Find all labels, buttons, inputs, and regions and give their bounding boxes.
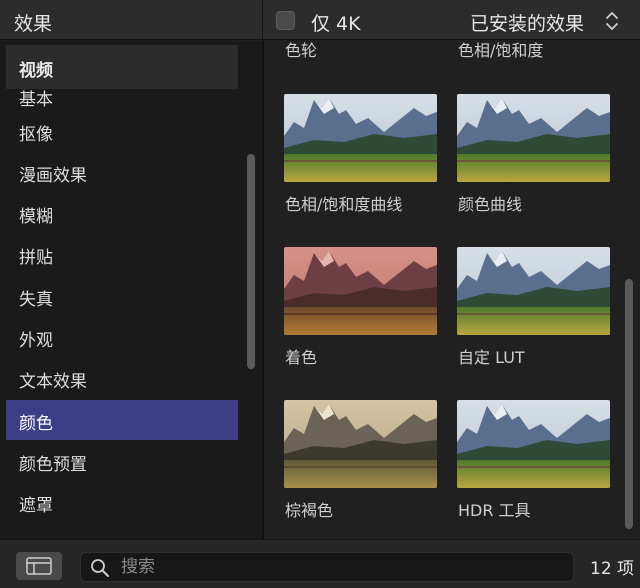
effect-label[interactable]: 着色 (285, 344, 317, 368)
effect-label[interactable]: 色轮 (285, 41, 317, 61)
popup-chevron-updown-icon[interactable] (604, 10, 620, 32)
only-4k-checkbox[interactable] (276, 11, 295, 30)
effect-label[interactable]: 自定 LUT (458, 344, 525, 368)
sidebar-toggle-button[interactable] (16, 552, 62, 580)
sidebar-scrollbar[interactable] (247, 154, 255, 369)
sidebar-item-label: 失真 (19, 290, 53, 310)
sidebar-item-label: 颜色 (19, 414, 53, 434)
effect-thumbnail-hdr-tools[interactable] (457, 400, 610, 488)
sidebar-icon (26, 557, 52, 575)
effect-thumbnail-custom-lut[interactable] (457, 247, 610, 335)
item-count: 12 项 (590, 559, 635, 579)
sidebar-section-label: 视频 (19, 61, 53, 81)
sidebar-item-label: 漫画效果 (19, 166, 87, 186)
sidebar-item-keying[interactable]: 抠像 (6, 111, 238, 151)
sidebar-item-color[interactable]: 颜色 (6, 400, 238, 440)
sidebar-item-label: 外观 (19, 331, 53, 351)
effect-thumbnail-color-curves[interactable] (457, 94, 610, 182)
sidebar-item-label: 遮罩 (19, 496, 53, 516)
effects-header-bar: 效果 仅 4K 已安装的效果 (0, 0, 640, 40)
sidebar-item-blur[interactable]: 模糊 (6, 193, 238, 233)
search-field[interactable] (80, 552, 574, 582)
sidebar-section-video[interactable]: 视频 (6, 45, 238, 89)
effect-label[interactable]: 颜色曲线 (458, 191, 522, 215)
effects-browser-window: 效果 仅 4K 已安装的效果 基本 视频 抠像 漫画效果 模糊 拼贴 失真 外观… (0, 0, 640, 588)
only-4k-label[interactable]: 仅 4K (311, 9, 361, 36)
effect-label[interactable]: 棕褐色 (285, 497, 333, 521)
effect-label[interactable]: 色相/饱和度 (458, 41, 543, 61)
category-sidebar: 基本 视频 抠像 漫画效果 模糊 拼贴 失真 外观 文本效果 颜色 颜色预置 遮… (0, 41, 262, 539)
sidebar-item-label: 文本效果 (19, 372, 87, 392)
effect-thumbnail-hue-saturation-curves[interactable] (284, 94, 437, 182)
effects-grid-scrollbar[interactable] (625, 279, 633, 529)
header-divider (262, 0, 263, 40)
effects-footer-bar: 12 项 (0, 539, 640, 588)
sidebar-item-tiling[interactable]: 拼贴 (6, 234, 238, 274)
sidebar-item-comic-looks[interactable]: 漫画效果 (6, 152, 238, 192)
sidebar-item-text-effects[interactable]: 文本效果 (6, 358, 238, 398)
sidebar-item-distortion[interactable]: 失真 (6, 276, 238, 316)
sidebar-item-label: 拼贴 (19, 248, 53, 268)
sidebar-item-looks[interactable]: 外观 (6, 317, 238, 357)
sidebar-item-masks[interactable]: 遮罩 (6, 482, 238, 522)
sidebar-item-label: 模糊 (19, 207, 53, 227)
sidebar-item-label: 抠像 (19, 125, 53, 145)
effect-label[interactable]: 色相/饱和度曲线 (285, 191, 402, 215)
effect-thumbnail-colorize[interactable] (284, 247, 437, 335)
installed-effects-popup[interactable]: 已安装的效果 (470, 9, 584, 36)
effect-thumbnail-sepia[interactable] (284, 400, 437, 488)
effects-grid: 色轮 色相/饱和度 色相/饱和度曲线 颜色曲线 着色 自定 LUT 棕褐色 HD… (264, 41, 640, 539)
effect-label[interactable]: HDR 工具 (458, 497, 531, 521)
search-input[interactable] (121, 556, 561, 578)
effects-title: 效果 (14, 13, 53, 35)
search-icon (91, 559, 109, 577)
sidebar-item-color-presets[interactable]: 颜色预置 (6, 441, 238, 481)
sidebar-item-label: 颜色预置 (19, 455, 87, 475)
